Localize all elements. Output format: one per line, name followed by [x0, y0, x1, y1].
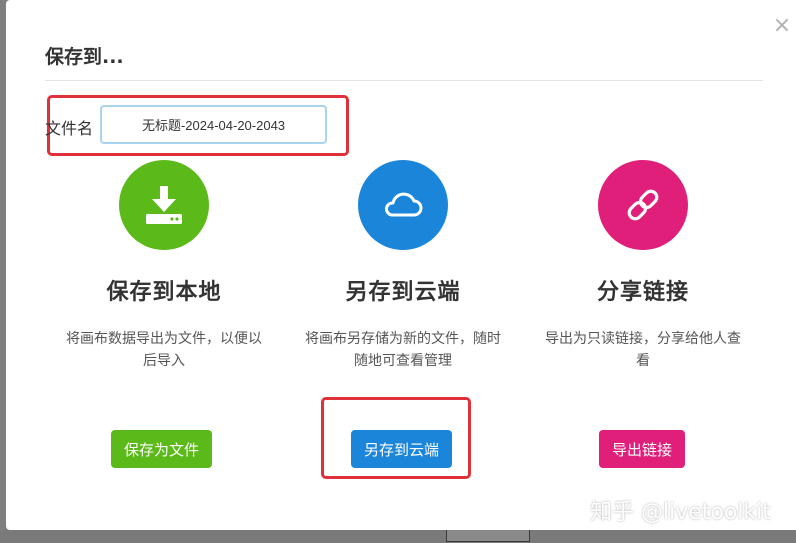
option-description: 导出为只读链接，分享给他人查看 [545, 331, 741, 369]
option-heading: 保存到本地 [106, 280, 222, 305]
option-save-cloud: 另存到云端 将画布另存储为新的文件，随时随地可查看管理 [288, 160, 518, 372]
cloud-icon [358, 160, 448, 250]
option-share-link: 分享链接 导出为只读链接，分享给他人查看 [528, 160, 758, 372]
link-icon [598, 160, 688, 250]
download-icon [119, 160, 209, 250]
option-heading: 分享链接 [596, 280, 689, 305]
option-save-local: 保存到本地 将画布数据导出为文件，以便以后导入 [49, 160, 279, 372]
close-icon[interactable]: × [772, 15, 792, 37]
export-link-button[interactable]: 导出链接 [599, 430, 686, 468]
option-description: 将画布数据导出为文件，以便以后导入 [66, 331, 262, 369]
save-dialog: × 保存到... 文件名 保存到本地 将画布数据导出为文件，以便以后导入 另存到… [6, 0, 796, 530]
option-heading: 另存到云端 [345, 280, 461, 305]
option-description: 将画布另存储为新的文件，随时随地可查看管理 [305, 331, 501, 369]
filename-label: 文件名 [45, 119, 94, 138]
divider [45, 80, 763, 81]
watermark: 知乎 @livetoolkit [590, 500, 771, 525]
dialog-title: 保存到... [45, 46, 124, 68]
save-to-cloud-button[interactable]: 另存到云端 [351, 430, 453, 468]
save-as-file-button[interactable]: 保存为文件 [111, 430, 213, 468]
backdrop [0, 530, 796, 543]
filename-input[interactable] [100, 105, 327, 144]
